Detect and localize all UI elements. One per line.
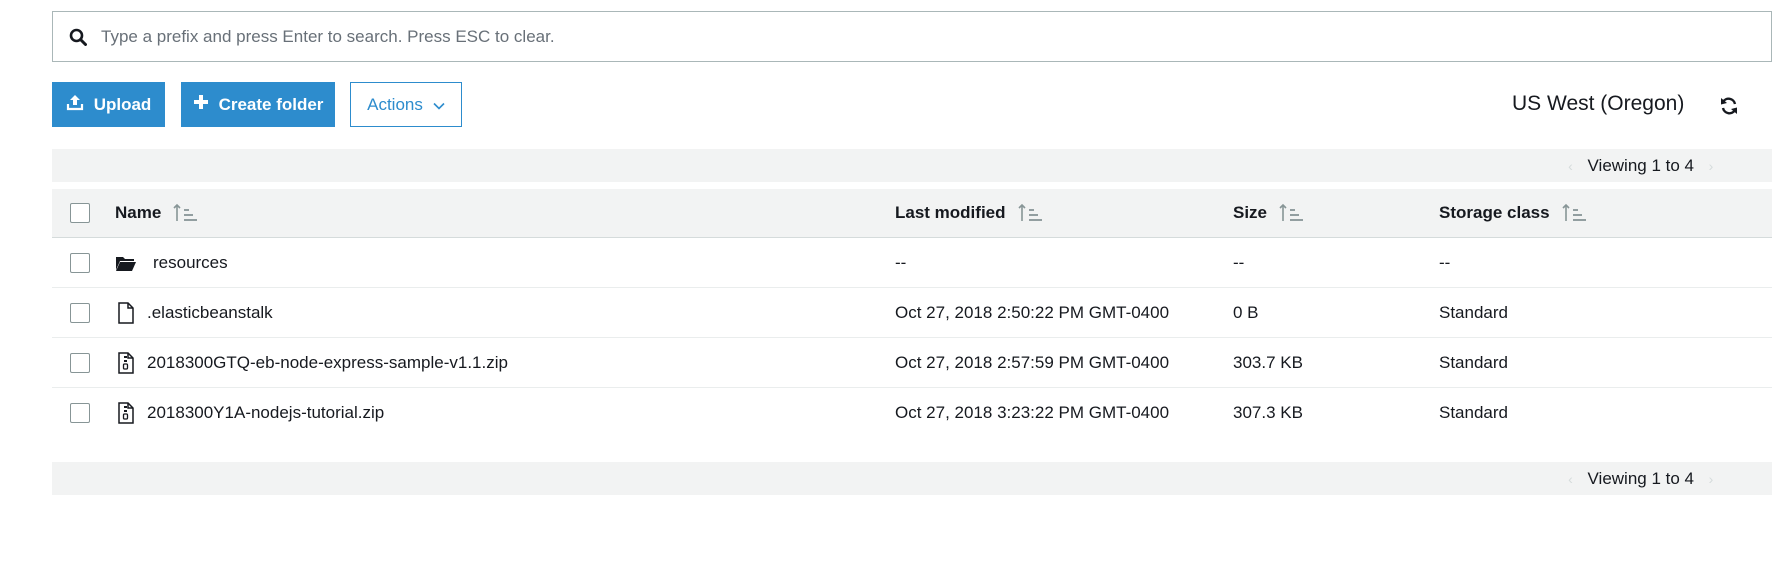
column-header-size-label: Size bbox=[1233, 203, 1268, 222]
last-modified-value: Oct 27, 2018 3:23:22 PM GMT-0400 bbox=[895, 403, 1170, 422]
search-box[interactable] bbox=[52, 11, 1772, 62]
upload-icon bbox=[66, 93, 84, 116]
object-name-link[interactable]: 2018300Y1A-nodejs-tutorial.zip bbox=[147, 403, 384, 423]
previous-page-icon[interactable]: ‹ bbox=[1562, 158, 1580, 174]
actions-dropdown[interactable]: Actions bbox=[350, 82, 462, 127]
column-header-last-modified-label: Last modified bbox=[895, 203, 1006, 222]
plus-icon bbox=[193, 94, 209, 115]
zip-file-icon bbox=[115, 351, 137, 374]
column-header-name[interactable]: Name bbox=[115, 189, 199, 237]
refresh-icon[interactable] bbox=[1719, 96, 1741, 118]
storage-class-value: Standard bbox=[1439, 352, 1508, 372]
previous-page-icon[interactable]: ‹ bbox=[1562, 471, 1580, 487]
pagination-top: ‹ Viewing 1 to 4 › bbox=[52, 149, 1772, 182]
upload-label: Upload bbox=[93, 94, 152, 114]
sort-icon[interactable] bbox=[1561, 203, 1588, 223]
create-folder-button[interactable]: Create folder bbox=[181, 82, 335, 127]
column-header-last-modified[interactable]: Last modified bbox=[895, 189, 1044, 237]
next-page-icon[interactable]: › bbox=[1702, 471, 1720, 487]
object-name-link[interactable]: resources bbox=[153, 253, 228, 273]
sort-icon[interactable] bbox=[173, 203, 199, 223]
sort-icon[interactable] bbox=[1017, 203, 1044, 223]
objects-table: Name Last modified Size Storage class re… bbox=[52, 189, 1772, 438]
column-header-size[interactable]: Size bbox=[1233, 189, 1305, 237]
row-checkbox[interactable] bbox=[70, 302, 90, 323]
last-modified-value: Oct 27, 2018 2:57:59 PM GMT-0400 bbox=[895, 352, 1170, 372]
chevron-down-icon bbox=[433, 95, 445, 115]
sort-icon[interactable] bbox=[1279, 203, 1305, 223]
row-checkbox[interactable] bbox=[70, 403, 90, 423]
storage-class-value: Standard bbox=[1439, 302, 1508, 322]
row-checkbox[interactable] bbox=[70, 352, 90, 373]
viewing-count: Viewing 1 to 4 bbox=[1587, 468, 1694, 488]
object-name-link[interactable]: .elasticbeanstalk bbox=[147, 303, 273, 323]
table-row[interactable]: 2018300Y1A-nodejs-tutorial.zip Oct 27, 2… bbox=[52, 388, 1772, 438]
table-row[interactable]: 2018300GTQ-eb-node-express-sample-v1.1.z… bbox=[52, 338, 1772, 388]
row-checkbox[interactable] bbox=[70, 252, 90, 273]
select-all-checkbox[interactable] bbox=[70, 203, 90, 223]
table-row[interactable]: resources -- -- -- bbox=[52, 238, 1772, 288]
search-icon bbox=[67, 26, 89, 48]
create-folder-label: Create folder bbox=[218, 94, 324, 114]
table-row[interactable]: .elasticbeanstalk Oct 27, 2018 2:50:22 P… bbox=[52, 288, 1772, 338]
column-header-storage-class[interactable]: Storage class bbox=[1439, 189, 1588, 237]
storage-class-value: Standard bbox=[1439, 403, 1508, 422]
zip-file-icon bbox=[115, 402, 137, 424]
last-modified-value: Oct 27, 2018 2:50:22 PM GMT-0400 bbox=[895, 302, 1170, 322]
size-value: 0 B bbox=[1233, 302, 1259, 322]
object-name-link[interactable]: 2018300GTQ-eb-node-express-sample-v1.1.z… bbox=[147, 353, 508, 373]
region-label: US West (Oregon) bbox=[1512, 92, 1685, 115]
table-header: Name Last modified Size Storage class bbox=[52, 189, 1772, 238]
size-value: 307.3 KB bbox=[1233, 403, 1303, 422]
column-header-name-label: Name bbox=[115, 203, 162, 222]
last-modified-value: -- bbox=[895, 252, 907, 272]
size-value: 303.7 KB bbox=[1233, 352, 1303, 372]
column-header-storage-class-label: Storage class bbox=[1439, 203, 1550, 222]
viewing-count: Viewing 1 to 4 bbox=[1587, 155, 1694, 175]
folder-icon bbox=[115, 252, 137, 274]
next-page-icon[interactable]: › bbox=[1702, 158, 1720, 174]
size-value: -- bbox=[1233, 252, 1245, 272]
search-input[interactable] bbox=[101, 26, 1701, 47]
storage-class-value: -- bbox=[1439, 252, 1451, 272]
upload-button[interactable]: Upload bbox=[52, 82, 165, 127]
pagination-bottom: ‹ Viewing 1 to 4 › bbox=[52, 462, 1772, 495]
actions-label: Actions bbox=[367, 94, 423, 114]
file-icon bbox=[115, 301, 137, 324]
